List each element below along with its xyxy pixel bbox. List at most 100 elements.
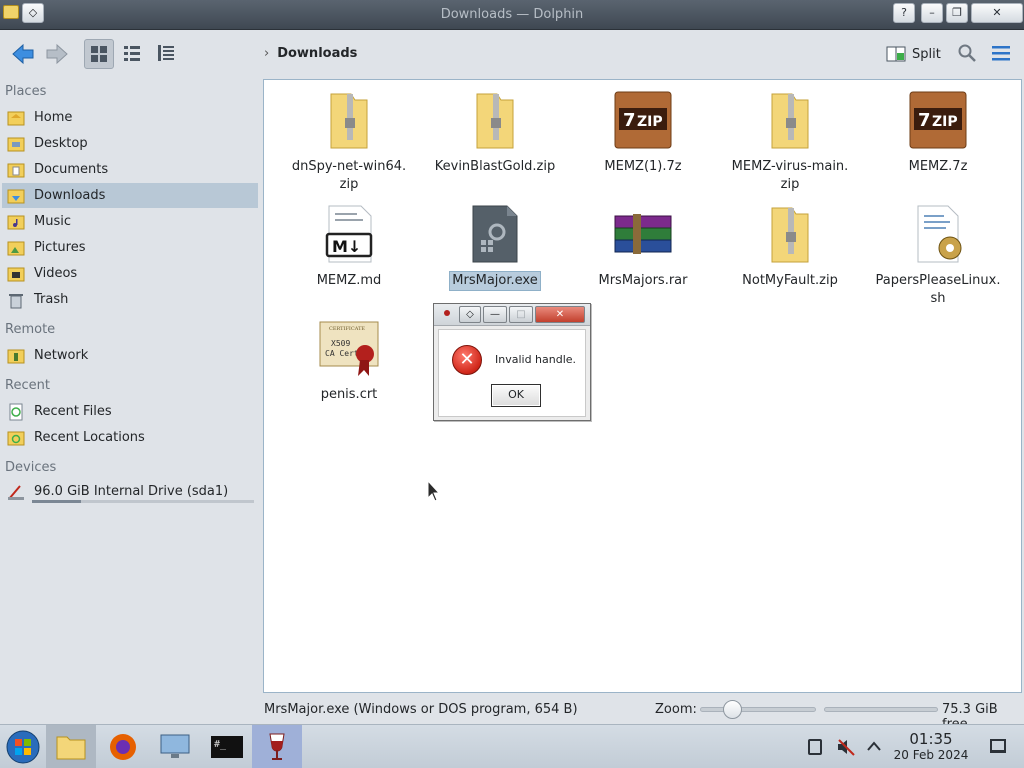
status-bar: MrsMajor.exe (Windows or DOS program, 65… — [0, 696, 1024, 732]
menu-button[interactable] — [986, 39, 1016, 69]
file-item[interactable]: dnSpy-net-win64. zip — [279, 88, 419, 194]
taskbar-wine[interactable] — [252, 725, 302, 768]
sidebar-item-videos[interactable]: Videos — [2, 261, 258, 286]
rar-books-icon — [611, 202, 675, 266]
volume-muted-icon[interactable] — [836, 737, 856, 757]
ok-button[interactable]: OK — [491, 384, 541, 407]
clock-date: 20 Feb 2024 — [893, 748, 969, 762]
7zip-text: ZIP — [932, 114, 958, 130]
zip-folder-icon — [758, 202, 822, 266]
split-view-icon — [886, 46, 906, 62]
taskbar-file-manager[interactable] — [46, 725, 96, 768]
sidebar-item-label: Network — [34, 348, 89, 363]
start-button[interactable] — [0, 725, 46, 768]
wine-glass-icon — [269, 733, 285, 760]
taskbar-firefox[interactable] — [98, 725, 148, 768]
file-item[interactable]: MEMZ-virus-main. zip — [720, 88, 860, 194]
sidebar-item-recent-files[interactable]: Recent Files — [2, 399, 258, 424]
sidebar-item-label: Recent Locations — [34, 430, 145, 445]
dialog-maximize-button[interactable]: □ — [509, 306, 533, 323]
dialog-title-bar[interactable]: ◇ — □ ✕ — [434, 304, 590, 326]
icons-view-button[interactable] — [84, 39, 114, 69]
file-name: KevinBlastGold.zip — [434, 159, 556, 174]
file-item[interactable]: CERTIFICATE X509 CA Cert penis.crt — [279, 316, 419, 404]
zoom-label: Zoom: — [655, 702, 697, 717]
taskbar-settings[interactable] — [150, 725, 200, 768]
file-item[interactable]: MrsMajors.rar — [573, 202, 713, 290]
clock[interactable]: 01:35 20 Feb 2024 — [890, 731, 972, 763]
details-view-button[interactable] — [151, 39, 181, 69]
file-name: sh — [930, 291, 946, 306]
sidebar-item-home[interactable]: Home — [2, 105, 258, 130]
terminal-icon: #_ — [211, 736, 243, 758]
drive-icon — [6, 482, 26, 502]
show-desktop-icon[interactable] — [990, 739, 1006, 753]
sidebar-item-desktop[interactable]: Desktop — [2, 131, 258, 156]
sidebar-item-downloads[interactable]: Downloads — [2, 183, 258, 208]
file-name: zip — [780, 177, 800, 192]
file-name: MrsMajor.exe — [449, 271, 541, 291]
sidebar-item-label: Documents — [34, 162, 109, 177]
zoom-slider-track[interactable] — [700, 707, 816, 712]
sidebar-item-recent-locations[interactable]: Recent Locations — [2, 425, 258, 450]
sidebar-item-trash[interactable]: Trash — [2, 287, 258, 312]
firefox-icon — [110, 734, 136, 760]
forward-button[interactable] — [42, 39, 72, 69]
desktop-folder-icon — [6, 134, 26, 154]
file-item[interactable]: M↓ MEMZ.md — [279, 202, 419, 290]
sidebar-item-music[interactable]: Music — [2, 209, 258, 234]
section-devices: Devices — [5, 460, 57, 475]
sidebar-item-network[interactable]: Network — [2, 343, 258, 368]
search-button[interactable] — [952, 39, 982, 69]
file-name: MEMZ.md — [316, 273, 382, 288]
file-item[interactable]: KevinBlastGold.zip — [425, 88, 565, 176]
breadcrumb[interactable]: › Downloads — [264, 46, 357, 61]
sidebar-item-documents[interactable]: Documents — [2, 157, 258, 182]
breadcrumb-current[interactable]: Downloads — [277, 46, 357, 61]
help-button[interactable]: ? — [893, 3, 915, 23]
markdown-file-icon: M↓ — [317, 202, 381, 266]
file-item-selected[interactable]: MrsMajor.exe — [425, 202, 565, 291]
file-name: MEMZ(1).7z — [604, 159, 682, 174]
dialog-close-button[interactable]: ✕ — [535, 306, 585, 323]
compact-view-button[interactable] — [117, 39, 147, 69]
downloads-folder-icon — [6, 186, 26, 206]
split-button[interactable]: Split — [886, 42, 941, 66]
chevron-up-icon[interactable] — [866, 739, 882, 753]
section-recent: Recent — [5, 378, 50, 393]
sidebar-item-label: Videos — [34, 266, 78, 281]
zip-folder-icon — [317, 88, 381, 152]
file-view[interactable]: dnSpy-net-win64. zip KevinBlastGold.zip … — [263, 79, 1022, 693]
sidebar-item-label: Desktop — [34, 136, 88, 151]
shell-script-icon — [906, 202, 970, 266]
folder-icon — [56, 736, 86, 760]
dialog-pin-button[interactable]: ◇ — [459, 306, 481, 323]
file-item[interactable]: 7 ZIP MEMZ.7z — [868, 88, 1008, 176]
close-button[interactable]: ✕ — [971, 3, 1023, 23]
clipboard-icon[interactable] — [808, 739, 822, 755]
file-item[interactable]: PapersPleaseLinux. sh — [868, 202, 1008, 308]
free-space-bar — [824, 707, 938, 712]
sidebar-item-label: Music — [34, 214, 71, 229]
file-item[interactable]: NotMyFault.zip — [720, 202, 860, 290]
cert-heading: CERTIFICATE — [329, 326, 365, 332]
arrow-right-icon — [46, 43, 68, 65]
7zip-digit: 7 — [918, 110, 931, 131]
title-bar[interactable]: ◇ Downloads — Dolphin ? – ❐ ✕ — [0, 0, 1024, 30]
breadcrumb-chevron-icon: › — [264, 46, 270, 61]
file-name: penis.crt — [320, 387, 378, 402]
icons-view-icon — [91, 46, 107, 62]
sidebar-item-pictures[interactable]: Pictures — [2, 235, 258, 260]
file-item[interactable]: 7 ZIP MEMZ(1).7z — [573, 88, 713, 176]
error-dialog[interactable]: ◇ — □ ✕ ✕ Invalid handle. OK — [433, 303, 591, 421]
minimize-button[interactable]: – — [921, 3, 943, 23]
documents-folder-icon — [6, 160, 26, 180]
recent-locations-icon — [6, 428, 26, 448]
maximize-button[interactable]: ❐ — [946, 3, 968, 23]
taskbar-terminal[interactable]: #_ — [202, 725, 252, 768]
zoom-slider-handle[interactable] — [723, 700, 742, 719]
error-icon: ✕ — [452, 345, 482, 375]
dialog-minimize-button[interactable]: — — [483, 306, 507, 323]
back-button[interactable] — [8, 39, 38, 69]
zip-folder-icon — [758, 88, 822, 152]
